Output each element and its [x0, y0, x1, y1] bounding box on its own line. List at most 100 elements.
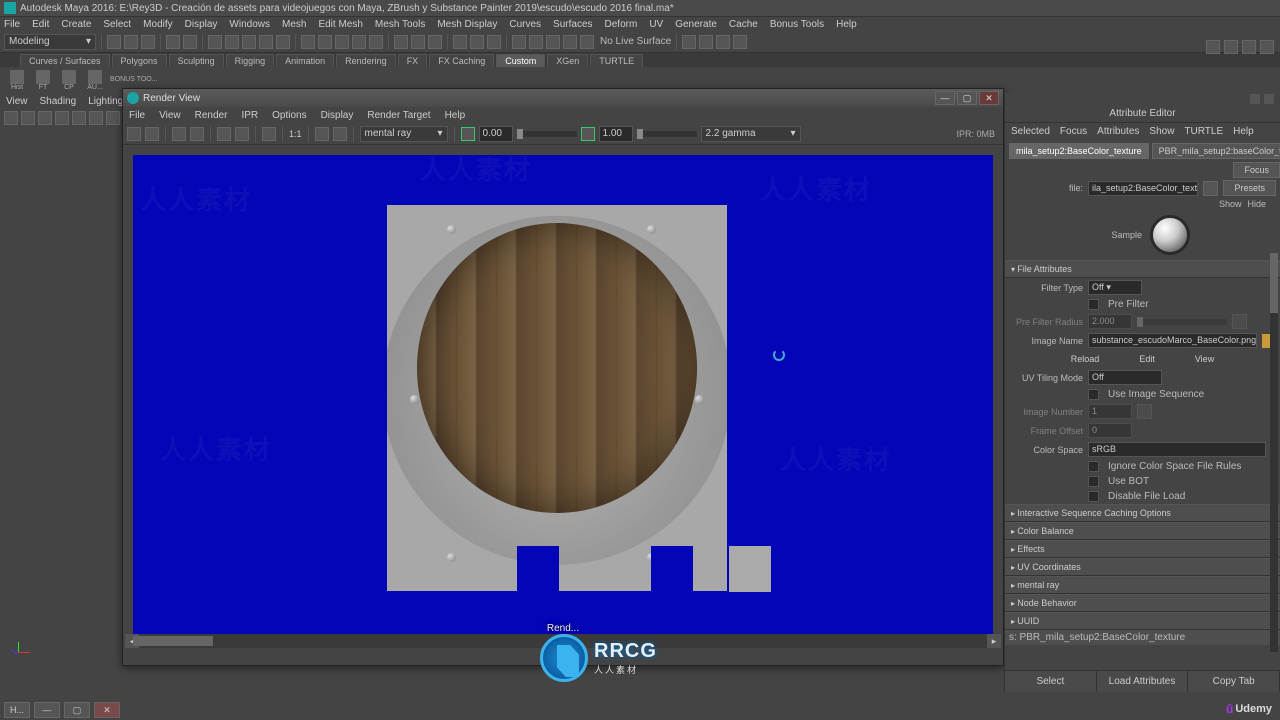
close-icon[interactable]: ✕ — [979, 91, 999, 105]
gamma-select[interactable]: 2.2 gamma▾ — [701, 126, 801, 142]
menu-uv[interactable]: UV — [649, 19, 663, 30]
exposure-start-icon[interactable] — [461, 127, 475, 141]
select-uv-icon[interactable] — [276, 35, 290, 49]
vp-rotate-icon[interactable] — [72, 111, 86, 125]
vp-last-icon[interactable] — [106, 111, 120, 125]
select-face-icon[interactable] — [242, 35, 256, 49]
menu-mesh[interactable]: Mesh — [282, 19, 306, 30]
one-to-one-button[interactable]: 1:1 — [289, 129, 302, 139]
ae-menu-focus[interactable]: Focus — [1060, 126, 1087, 137]
shelf-btn-ft[interactable]: FT — [30, 70, 56, 91]
sym-y-icon[interactable] — [699, 35, 713, 49]
load-attributes-button[interactable]: Load Attributes — [1097, 671, 1189, 692]
pre-filter-radius-slider[interactable] — [1137, 319, 1227, 325]
undo-icon[interactable] — [166, 35, 180, 49]
select-edge-icon[interactable] — [225, 35, 239, 49]
render-settings-icon[interactable] — [487, 35, 501, 49]
hide-toggle[interactable]: Hide — [1247, 199, 1266, 209]
renderer-select[interactable]: mental ray▾ — [360, 126, 448, 142]
remove-image-icon[interactable] — [235, 127, 249, 141]
stop-icon[interactable] — [333, 127, 347, 141]
render-region-icon[interactable] — [145, 127, 159, 141]
layout-four-icon[interactable] — [1224, 40, 1238, 54]
history-icon[interactable] — [411, 35, 425, 49]
menu-select[interactable]: Select — [103, 19, 131, 30]
task-max[interactable]: ▢ — [64, 702, 90, 718]
vp-paint-icon[interactable] — [38, 111, 52, 125]
make-live-icon[interactable] — [394, 35, 408, 49]
redo-render-icon[interactable] — [127, 127, 141, 141]
toggle-xray-icon[interactable] — [512, 35, 526, 49]
vp-menu-view[interactable]: View — [6, 96, 28, 107]
workspace-mode-select[interactable]: Modeling▾ — [4, 34, 96, 50]
maximize-icon[interactable]: ▢ — [957, 91, 977, 105]
menu-create[interactable]: Create — [61, 19, 91, 30]
menu-edit-mesh[interactable]: Edit Mesh — [318, 19, 362, 30]
shelf-tab-xgen[interactable]: XGen — [547, 54, 588, 67]
layout-single-icon[interactable] — [1206, 40, 1220, 54]
menu-cache[interactable]: Cache — [729, 19, 758, 30]
shelf-tab-polygons[interactable]: Polygons — [112, 54, 167, 67]
ipr-start-icon[interactable] — [262, 127, 276, 141]
shelf-btn-au[interactable]: AU... — [82, 70, 108, 91]
select-object-icon[interactable] — [259, 35, 273, 49]
rv-menu-file[interactable]: File — [129, 110, 145, 121]
uv-tiling-select[interactable]: Off — [1088, 370, 1162, 385]
ae-menu-attributes[interactable]: Attributes — [1097, 126, 1139, 137]
keep-image-icon[interactable] — [217, 127, 231, 141]
ae-menu-help[interactable]: Help — [1233, 126, 1254, 137]
snapshot-icon[interactable] — [172, 127, 186, 141]
sample-swatch-icon[interactable] — [1150, 215, 1190, 255]
snap-curve-icon[interactable] — [318, 35, 332, 49]
layout-persp-icon[interactable] — [1260, 40, 1274, 54]
menu-modify[interactable]: Modify — [143, 19, 172, 30]
menu-bonus-tools[interactable]: Bonus Tools — [770, 19, 824, 30]
pre-filter-radius-field[interactable]: 2.000 — [1088, 314, 1132, 329]
render-canvas[interactable] — [133, 155, 993, 635]
snap-live-icon[interactable] — [369, 35, 383, 49]
exposure-end-icon[interactable] — [581, 127, 595, 141]
use-image-seq-checkbox[interactable] — [1088, 389, 1099, 400]
section-mentalray[interactable]: mental ray — [1005, 576, 1280, 594]
save-scene-icon[interactable] — [141, 35, 155, 49]
lights-icon[interactable] — [563, 35, 577, 49]
snap-plane-icon[interactable] — [352, 35, 366, 49]
menu-file[interactable]: File — [4, 19, 20, 30]
minimize-icon[interactable]: — — [935, 91, 955, 105]
color-space-select[interactable]: sRGB — [1088, 442, 1266, 457]
pin-icon[interactable] — [1250, 94, 1260, 104]
menu-curves[interactable]: Curves — [509, 19, 541, 30]
outliner-icon[interactable] — [580, 35, 594, 49]
layout-outliner-icon[interactable] — [1242, 40, 1256, 54]
image-name-field[interactable]: substance_escudoMarco_BaseColor.png — [1088, 333, 1257, 348]
ae-tab-0[interactable]: mila_setup2:BaseColor_texture — [1009, 143, 1149, 159]
rv-menu-options[interactable]: Options — [272, 110, 306, 121]
sym-off-icon[interactable] — [733, 35, 747, 49]
rv-menu-ipr[interactable]: IPR — [241, 110, 258, 121]
snapshot2-icon[interactable] — [190, 127, 204, 141]
rv-menu-render[interactable]: Render — [195, 110, 228, 121]
new-scene-icon[interactable] — [107, 35, 121, 49]
scroll-thumb[interactable] — [1270, 253, 1278, 313]
menu-windows[interactable]: Windows — [229, 19, 270, 30]
section-color-balance[interactable]: Color Balance — [1005, 522, 1280, 540]
construction-icon[interactable] — [428, 35, 442, 49]
file-name-field[interactable]: ila_setup2:BaseColor_texture — [1088, 181, 1198, 196]
ae-menu-selected[interactable]: Selected — [1011, 126, 1050, 137]
snap-point-icon[interactable] — [335, 35, 349, 49]
section-file-attributes[interactable]: File Attributes — [1005, 260, 1280, 278]
rv-menu-help[interactable]: Help — [445, 110, 466, 121]
close-icon[interactable] — [1264, 94, 1274, 104]
select-vertex-icon[interactable] — [208, 35, 222, 49]
shelf-tab-rendering[interactable]: Rendering — [336, 54, 396, 67]
section-effects[interactable]: Effects — [1005, 540, 1280, 558]
snap-grid-icon[interactable] — [301, 35, 315, 49]
task-h[interactable]: H... — [4, 702, 30, 718]
show-toggle[interactable]: Show — [1219, 199, 1242, 209]
open-scene-icon[interactable] — [124, 35, 138, 49]
exposure-start-input[interactable] — [479, 126, 513, 142]
menu-mesh-display[interactable]: Mesh Display — [437, 19, 497, 30]
sym-z-icon[interactable] — [716, 35, 730, 49]
menu-generate[interactable]: Generate — [675, 19, 717, 30]
exposure-start-slider[interactable] — [517, 131, 577, 137]
